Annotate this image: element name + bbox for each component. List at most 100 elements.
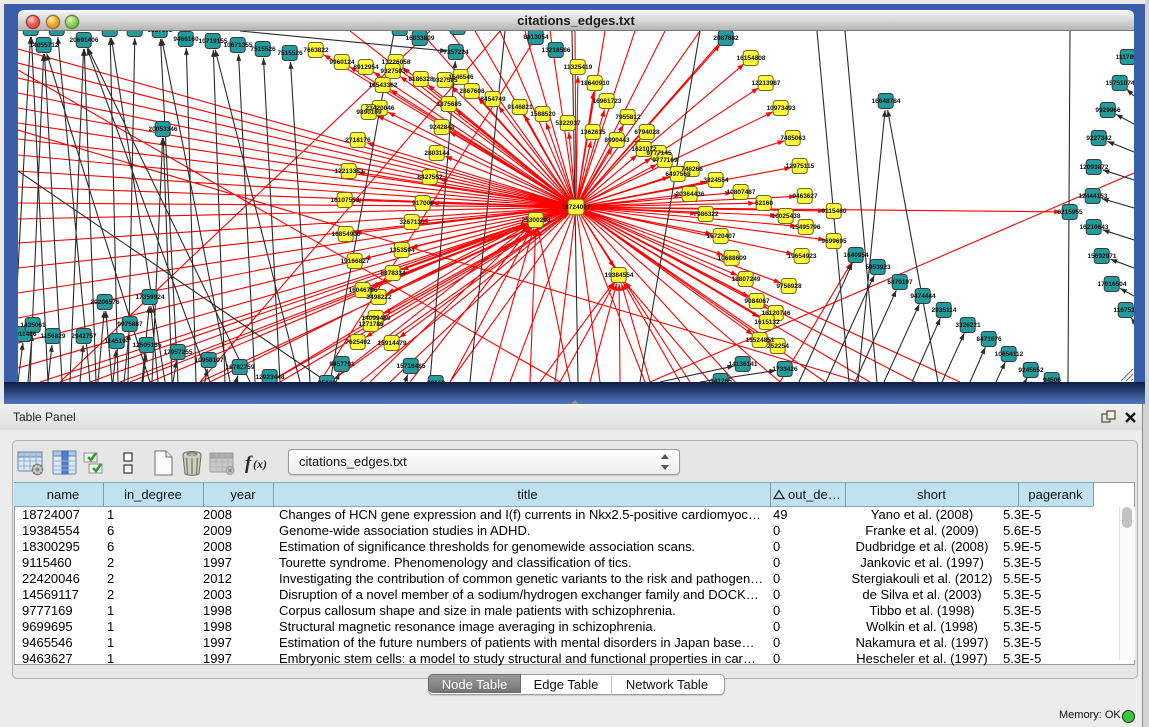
svg-text:10025438: 10025438	[772, 213, 801, 220]
svg-text:3267130: 3267130	[399, 219, 425, 226]
svg-text:1527602: 1527602	[147, 31, 173, 34]
svg-text:9777169: 9777169	[652, 157, 678, 164]
svg-text:9327503: 9327503	[380, 68, 406, 75]
svg-text:9245652: 9245652	[1018, 367, 1044, 374]
svg-text:9474444: 9474444	[910, 293, 936, 300]
svg-text:12505135: 12505135	[133, 342, 162, 349]
svg-text:141265: 141265	[710, 378, 732, 382]
svg-text:9777145: 9777145	[646, 150, 672, 157]
svg-text:16046786: 16046786	[349, 287, 378, 294]
svg-text:(x): (x)	[253, 457, 267, 471]
svg-text:5953923: 5953923	[865, 264, 891, 271]
svg-text:16782759: 16782759	[226, 364, 255, 371]
svg-text:16210643: 16210643	[1080, 224, 1109, 231]
svg-text:7485063: 7485063	[780, 135, 806, 142]
svg-text:160338: 160338	[389, 31, 411, 32]
svg-text:8186328: 8186328	[408, 76, 434, 83]
svg-text:7625402: 7625402	[345, 339, 371, 346]
svg-text:1145194: 1145194	[105, 338, 130, 345]
svg-text:10654112: 10654112	[995, 351, 1024, 358]
svg-text:16120746: 16120746	[762, 310, 791, 317]
svg-text:7515526: 7515526	[250, 46, 276, 53]
svg-text:8912954: 8912954	[353, 64, 379, 71]
svg-text:10671355: 10671355	[224, 42, 253, 49]
svg-text:95162: 95162	[318, 380, 336, 382]
svg-text:11325419: 11325419	[564, 64, 593, 71]
svg-text:5322037: 5322037	[555, 120, 581, 127]
svg-text:7515526: 7515526	[277, 50, 303, 57]
svg-text:8878334: 8878334	[380, 270, 406, 277]
svg-text:9699695: 9699695	[821, 238, 847, 245]
svg-text:9756928: 9756928	[776, 283, 802, 290]
svg-text:17359924: 17359924	[136, 294, 165, 301]
svg-text:16961723: 16961723	[593, 98, 622, 105]
svg-text:7986322: 7986322	[693, 211, 719, 218]
svg-text:2867608: 2867608	[459, 88, 485, 95]
svg-text:18640910: 18640910	[581, 80, 610, 87]
svg-text:19166827: 19166827	[341, 258, 370, 265]
svg-text:7663822: 7663822	[303, 47, 329, 54]
svg-text:8215955: 8215955	[1057, 209, 1083, 216]
svg-text:14136141: 14136141	[729, 361, 758, 368]
svg-text:25300293: 25300293	[522, 217, 551, 224]
svg-text:19654923: 19654923	[788, 253, 817, 260]
svg-text:3824554: 3824554	[703, 177, 729, 184]
svg-text:18807249: 18807249	[732, 276, 761, 283]
svg-text:20206576: 20206576	[91, 299, 120, 306]
svg-text:94506: 94506	[1043, 377, 1061, 382]
svg-text:15751074: 15751074	[1106, 80, 1134, 87]
svg-text:20364436: 20364436	[676, 191, 705, 198]
svg-text:10973493: 10973493	[767, 105, 796, 112]
svg-text:15495796: 15495796	[792, 224, 821, 231]
svg-text:18724007: 18724007	[562, 204, 591, 211]
svg-text:15716485: 15716485	[397, 363, 426, 370]
svg-text:1435061: 1435061	[20, 322, 46, 329]
svg-text:16107553: 16107553	[331, 197, 360, 204]
svg-text:1167533: 1167533	[1114, 307, 1134, 314]
svg-text:6794028: 6794028	[634, 129, 660, 136]
svg-text:1778617: 1778617	[97, 31, 123, 33]
svg-text:1156829: 1156829	[41, 333, 66, 340]
svg-text:9463627: 9463627	[792, 193, 818, 200]
svg-text:16914479: 16914479	[378, 340, 407, 347]
svg-text:746266: 746266	[681, 166, 703, 173]
svg-text:2718176: 2718176	[345, 137, 371, 144]
svg-text:10653267: 10653267	[121, 31, 150, 33]
svg-text:10958107: 10958107	[195, 357, 224, 364]
svg-text:9146821: 9146821	[507, 104, 533, 111]
svg-text:20691406: 20691406	[70, 37, 99, 44]
svg-text:12213987: 12213987	[752, 80, 781, 87]
svg-text:2803144: 2803144	[424, 150, 450, 157]
svg-text:17016504: 17016504	[1098, 281, 1127, 288]
svg-text:16033809: 16033809	[406, 35, 435, 42]
svg-text:62160: 62160	[755, 200, 773, 207]
svg-text:16648784: 16648784	[872, 98, 901, 105]
svg-text:8471676: 8471676	[976, 336, 1002, 343]
svg-text:2087682: 2087682	[713, 35, 739, 42]
svg-text:20168: 20168	[427, 380, 445, 382]
svg-text:16854900: 16854900	[332, 231, 361, 238]
svg-text:9890169: 9890169	[356, 109, 382, 116]
svg-text:8427552: 8427552	[417, 174, 443, 181]
svg-text:20053346: 20053346	[149, 126, 178, 133]
svg-text:9115460: 9115460	[822, 208, 847, 215]
svg-text:16154808: 16154808	[737, 55, 766, 62]
svg-text:9436304: 9436304	[44, 31, 70, 32]
svg-text:2064846: 2064846	[18, 31, 44, 32]
svg-text:12444153: 12444153	[1079, 193, 1108, 200]
svg-text:1353594: 1353594	[389, 247, 415, 254]
svg-text:1362615: 1362615	[580, 129, 606, 136]
svg-text:12975115: 12975115	[786, 163, 815, 170]
svg-text:9975887: 9975887	[117, 321, 143, 328]
svg-text:9084067: 9084067	[744, 298, 770, 305]
svg-text:1733426: 1733426	[772, 366, 798, 373]
svg-text:1546546: 1546546	[448, 74, 474, 81]
svg-text:3326221: 3326221	[955, 322, 981, 329]
svg-text:8813054: 8813054	[523, 34, 549, 41]
svg-text:13226058: 13226058	[382, 59, 411, 66]
svg-text:6879197: 6879197	[887, 279, 913, 286]
svg-text:917006: 917006	[412, 200, 434, 207]
svg-text:1640954: 1640954	[843, 252, 869, 259]
svg-text:7357224: 7357224	[443, 49, 469, 56]
svg-text:12213383: 12213383	[335, 168, 364, 175]
